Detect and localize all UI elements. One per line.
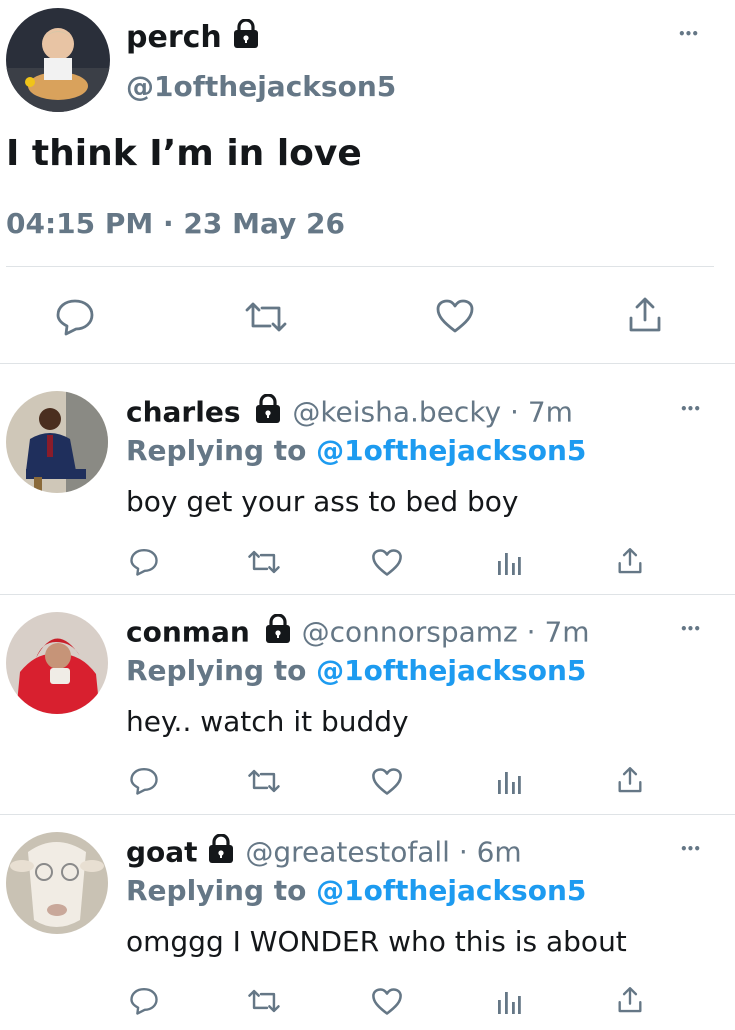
reply-header: conman @connorspamz · 7m	[126, 613, 590, 653]
display-name[interactable]: perch	[126, 18, 260, 58]
reply-header: charles @keisha.becky · 7m	[126, 393, 573, 433]
lock-icon	[232, 18, 260, 58]
reply-time: · 6m	[458, 835, 522, 869]
tweet-timestamp[interactable]: 04:15 PM · 23 May 26	[6, 207, 345, 241]
avatar[interactable]	[6, 391, 108, 493]
retweet-icon[interactable]	[247, 768, 281, 794]
replying-handle-link[interactable]: @1ofthejackson5	[316, 654, 586, 687]
lock-icon	[206, 833, 236, 873]
divider	[0, 814, 735, 815]
like-icon[interactable]	[371, 987, 403, 1016]
retweet-icon[interactable]	[247, 988, 281, 1014]
replying-handle-link[interactable]: @1ofthejackson5	[316, 434, 586, 467]
display-name-text[interactable]: perch	[126, 20, 222, 55]
replying-to: Replying to @1ofthejackson5	[126, 873, 586, 909]
like-icon[interactable]	[435, 298, 475, 334]
reply-text: boy get your ass to bed boy	[126, 485, 519, 518]
retweet-icon[interactable]	[244, 300, 288, 334]
reply-icon[interactable]	[129, 548, 159, 576]
analytics-icon[interactable]	[496, 988, 522, 1016]
avatar[interactable]	[6, 832, 108, 934]
like-icon[interactable]	[371, 767, 403, 796]
lock-icon	[263, 613, 293, 653]
retweet-icon[interactable]	[247, 549, 281, 575]
reply-icon[interactable]	[129, 987, 159, 1015]
analytics-icon[interactable]	[496, 768, 522, 796]
more-icon[interactable]: •••	[680, 402, 701, 416]
share-icon[interactable]	[616, 766, 644, 794]
replying-prefix: Replying to	[126, 654, 307, 687]
timestamp-divider	[6, 266, 714, 267]
replying-to: Replying to @1ofthejackson5	[126, 433, 586, 469]
share-icon[interactable]	[616, 986, 644, 1014]
reply-icon[interactable]	[129, 767, 159, 795]
display-name[interactable]: charles	[126, 396, 241, 429]
lock-icon	[253, 393, 283, 433]
reply-time: · 7m	[510, 395, 573, 429]
reply-text: hey.. watch it buddy	[126, 705, 409, 738]
replying-to: Replying to @1ofthejackson5	[126, 653, 586, 689]
divider	[0, 363, 735, 364]
tweet-text: I think I’m in love	[6, 133, 362, 174]
avatar[interactable]	[6, 8, 110, 112]
like-icon[interactable]	[371, 548, 403, 577]
display-name[interactable]: conman	[126, 616, 250, 649]
avatar[interactable]	[6, 612, 108, 714]
reply-icon[interactable]	[55, 298, 95, 336]
share-icon[interactable]	[616, 547, 644, 575]
more-icon[interactable]: •••	[680, 842, 701, 856]
handle[interactable]: @connorspamz	[302, 616, 518, 649]
reply-time: · 7m	[526, 615, 590, 649]
handle[interactable]: @1ofthejackson5	[126, 70, 396, 104]
replying-prefix: Replying to	[126, 874, 307, 907]
reply-header: goat @greatestofall · 6m	[126, 833, 522, 873]
handle[interactable]: @greatestofall	[245, 836, 450, 869]
more-icon[interactable]: •••	[678, 27, 699, 41]
analytics-icon[interactable]	[496, 549, 522, 577]
more-icon[interactable]: •••	[680, 622, 701, 636]
replying-prefix: Replying to	[126, 434, 307, 467]
reply-text: omggg I WONDER who this is about	[126, 925, 627, 958]
display-name[interactable]: goat	[126, 836, 198, 869]
share-icon[interactable]	[626, 296, 664, 334]
replying-handle-link[interactable]: @1ofthejackson5	[316, 874, 586, 907]
divider	[0, 594, 735, 595]
handle[interactable]: @keisha.becky	[292, 396, 501, 429]
